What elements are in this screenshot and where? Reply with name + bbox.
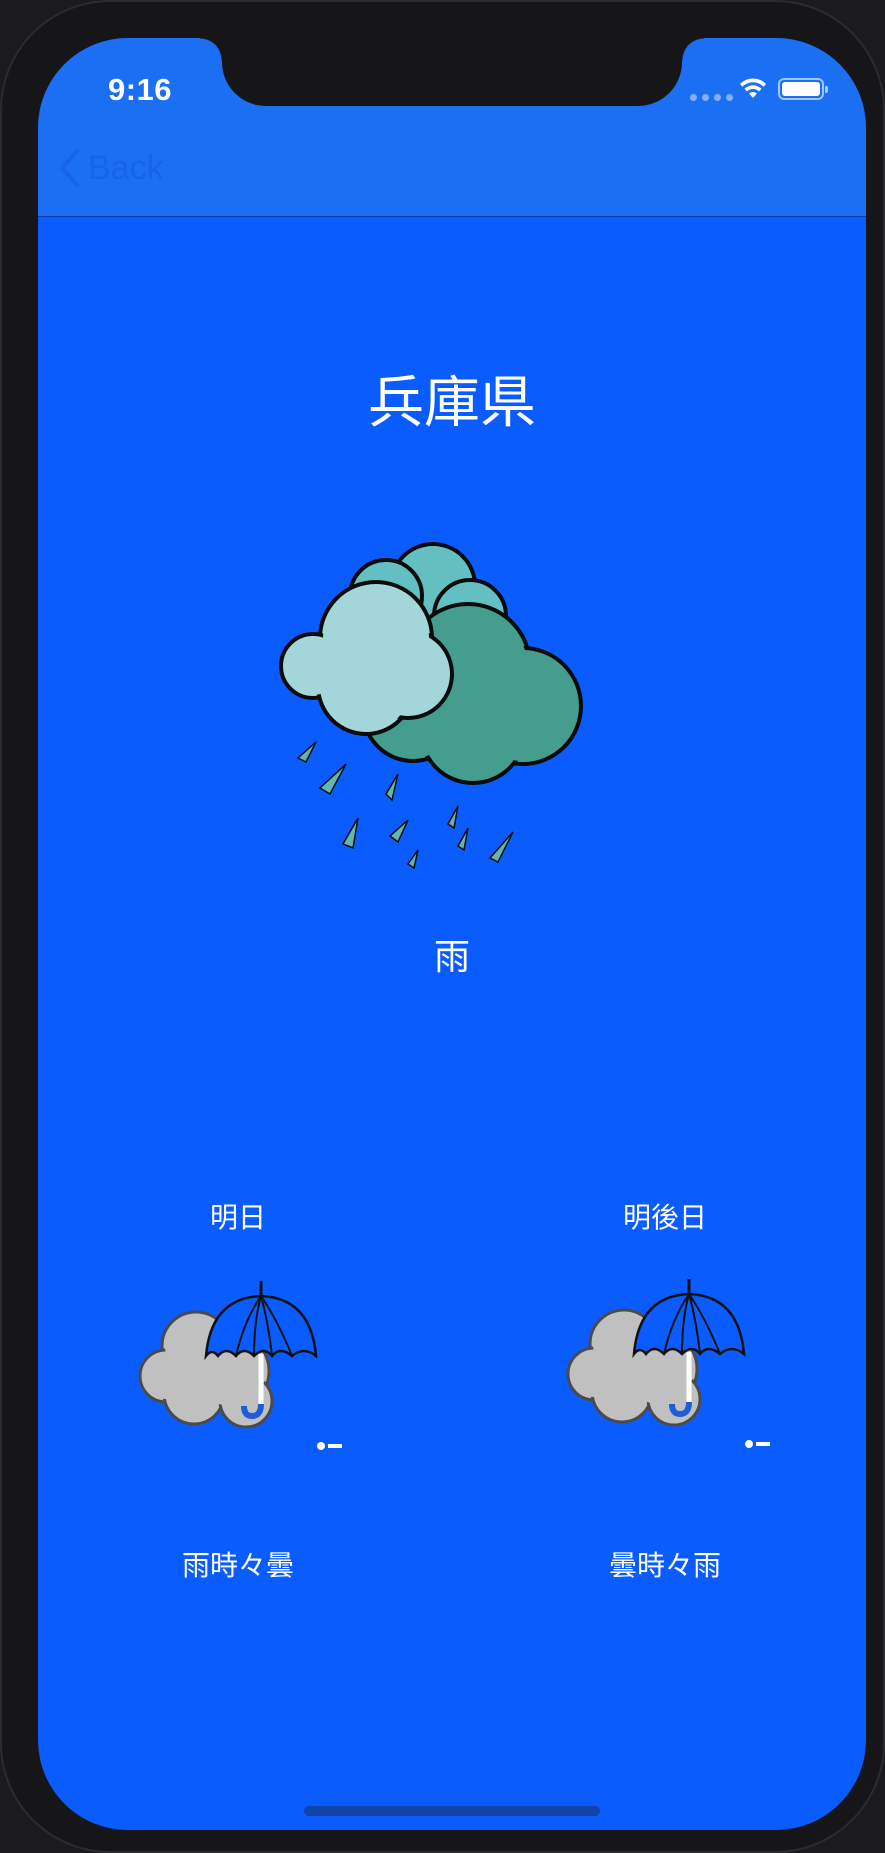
forecast-weather-day-after-tomorrow: 曇時々雨 [608,1549,721,1582]
forecast-weather-tomorrow: 雨時々曇 [181,1549,294,1582]
forecast-day-tomorrow: 明日 [209,1201,266,1234]
cloud-umbrella-icon [138,1281,342,1450]
chevron-left-icon [60,149,79,187]
back-button[interactable]: Back [58,148,164,188]
status-time: 9:16 [108,72,173,107]
forecast-day-after-tomorrow: 明後日 [622,1201,707,1234]
home-indicator[interactable] [304,1806,600,1816]
app-screen: 9:16 Back 兵庫県 雨 明日 雨時々曇 明後日 曇時々雨 [38,38,866,1830]
battery-icon [778,78,828,100]
device-notch [200,38,704,106]
back-button-label: Back [88,148,164,187]
prefecture-title: 兵庫県 [368,371,536,436]
today-weather-label: 雨 [433,937,470,978]
device-frame: 9:16 Back 兵庫県 雨 明日 雨時々曇 明後日 曇時々雨 [0,0,885,1853]
wifi-icon [740,78,766,98]
cloud-umbrella-icon [566,1279,770,1448]
cellular-signal-icon [690,94,733,101]
rain-cloud-icon [279,542,583,870]
